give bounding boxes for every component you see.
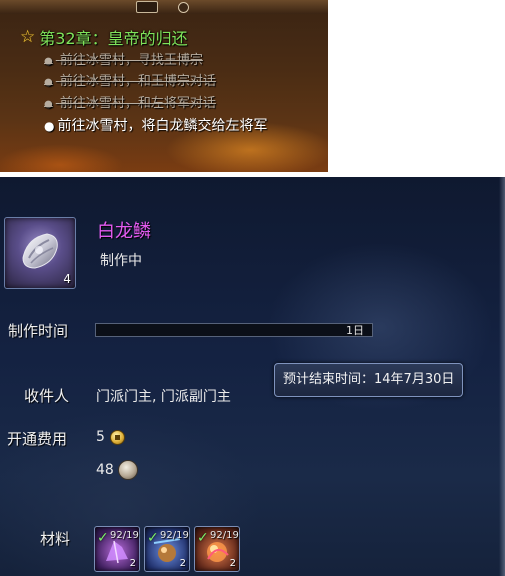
materials-label: 材料 bbox=[40, 530, 71, 548]
quest-tracker-panel: ☆ 第32章：皇帝的归还 前往冰雪村，寻找王博宗 前往冰雪村，和王博宗对话 前往… bbox=[0, 0, 328, 172]
craft-status: 制作中 bbox=[100, 253, 142, 269]
recipient-label: 收件人 bbox=[24, 387, 70, 405]
material-slot-2[interactable]: ✓ 92/19 2 bbox=[144, 526, 190, 572]
bullet-icon: ● bbox=[44, 119, 55, 133]
check-icon: ✓ bbox=[147, 530, 159, 546]
dragon-scale-icon bbox=[22, 233, 58, 269]
check-icon: ✓ bbox=[197, 530, 209, 546]
item-count: 4 bbox=[63, 272, 71, 286]
crafting-panel: 4 白龙鳞 制作中 制作时间 1日 预计结束时间：14年7月30日 收件人 门派… bbox=[0, 177, 505, 576]
quest-step-3[interactable]: 前往冰雪村，和左将军对话 bbox=[44, 95, 216, 113]
fee-silver-value: 48 bbox=[96, 462, 114, 478]
item-name: 白龙鳞 bbox=[97, 221, 151, 242]
craft-time-label: 制作时间 bbox=[8, 322, 69, 340]
quest-topbar bbox=[0, 0, 328, 14]
quest-step-1[interactable]: 前往冰雪村，寻找王博宗 bbox=[44, 52, 203, 70]
silver-coin-icon bbox=[118, 460, 138, 480]
eta-tooltip: 预计结束时间：14年7月30日 bbox=[274, 363, 464, 397]
quest-step-4-active[interactable]: ● 前往冰雪村，将白龙鳞交给左将军 bbox=[44, 116, 294, 137]
fee-gold-value: 5 bbox=[96, 429, 105, 445]
check-icon: ✓ bbox=[97, 530, 109, 546]
item-slot[interactable]: 4 bbox=[4, 217, 76, 289]
craft-progress-bar: 1日 bbox=[95, 323, 373, 337]
material-slot-3[interactable]: ✓ 92/19 2 bbox=[194, 526, 240, 572]
progress-text: 1日 bbox=[346, 324, 364, 337]
gold-coin-icon bbox=[110, 430, 125, 445]
quest-title[interactable]: ☆ 第32章：皇帝的归还 bbox=[20, 25, 188, 49]
material-slot-1[interactable]: ✓ 92/19 2 bbox=[94, 526, 140, 572]
recipient-value[interactable]: 门派门主, 门派副门主 bbox=[96, 386, 231, 406]
panel-edge bbox=[499, 177, 505, 576]
quest-title-text: 第32章：皇帝的归还 bbox=[39, 29, 188, 48]
toolbar-toggle[interactable] bbox=[178, 2, 189, 13]
toolbar-button[interactable] bbox=[136, 1, 158, 13]
star-icon: ☆ bbox=[20, 27, 36, 47]
quest-step-2[interactable]: 前往冰雪村，和王博宗对话 bbox=[44, 73, 216, 91]
chevron-down-icon[interactable]: ⌄ bbox=[22, 164, 32, 172]
fee-label: 开通费用 bbox=[7, 430, 68, 448]
